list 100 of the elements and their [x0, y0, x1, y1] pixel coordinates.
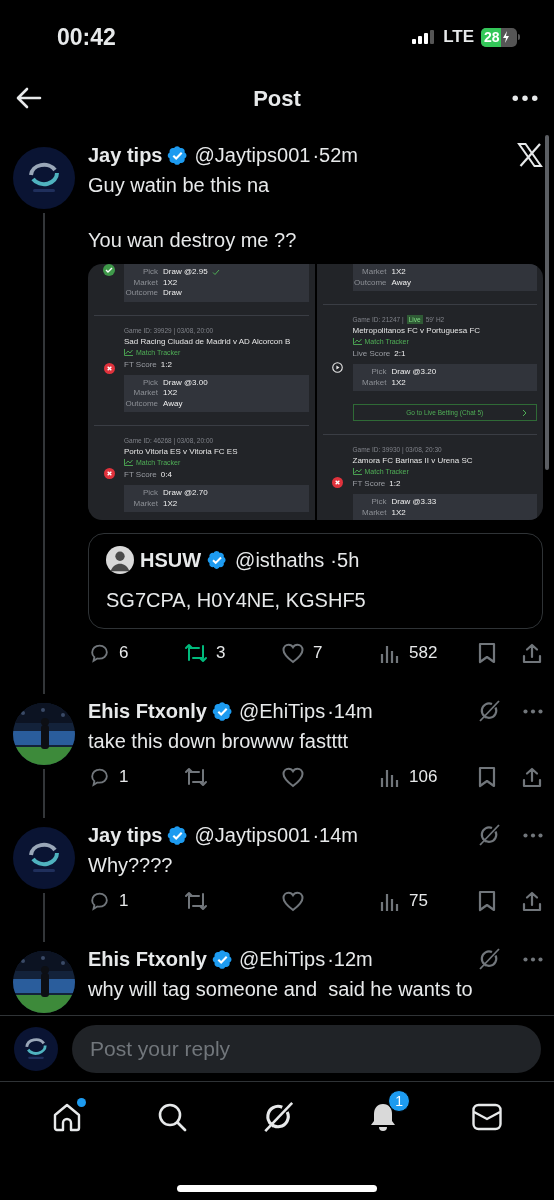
post-text: why will tag someone and said he wants to: [88, 977, 474, 1001]
bookmark-icon[interactable]: [477, 890, 497, 912]
author-handle[interactable]: @Jaytips001: [194, 823, 311, 847]
count: 75: [409, 890, 428, 913]
post-time: ·5h: [330, 548, 360, 572]
author-name[interactable]: Ehis Ftxonly: [88, 699, 207, 723]
detail-value: 1X2: [391, 377, 406, 388]
author-handle[interactable]: @EhiTips: [238, 947, 326, 971]
detail-value: 1X2: [163, 498, 178, 509]
detail-label: Market: [132, 498, 158, 509]
detail-value: Away: [163, 398, 183, 409]
detail-label: Pick: [370, 367, 387, 378]
detail-value: Draw @3.20: [391, 367, 437, 378]
detail-label: Market: [361, 377, 387, 388]
score-label: FT Score: [124, 469, 157, 480]
more-icon[interactable]: [512, 94, 538, 102]
heart-icon[interactable]: [281, 642, 305, 664]
count: 106: [409, 766, 438, 789]
chart-icon: [124, 348, 133, 356]
share-icon[interactable]: [521, 766, 543, 788]
reply-icon[interactable]: [88, 642, 111, 664]
score-value: 1:2: [160, 358, 172, 370]
reply-icon[interactable]: [88, 766, 111, 788]
detail-label: Pick: [370, 497, 387, 508]
chart-icon: [124, 459, 133, 466]
score-label: Live Score: [352, 348, 391, 359]
author-name: HSUW: [140, 548, 202, 572]
reply-field[interactable]: Post your reply: [72, 1024, 541, 1073]
detail-label: Market: [132, 388, 158, 399]
post-time: ·14m: [327, 699, 373, 723]
score-label: FT Score: [352, 478, 386, 489]
match-title: Metropolitanos FC v Portuguesa FC: [352, 325, 482, 336]
score-value: 1:2: [389, 478, 401, 489]
quoted-text: SG7CPA, H0Y4NE, KGSHF5: [106, 588, 367, 612]
post-time: ·52m: [312, 143, 358, 167]
author-handle: @isthaths: [235, 548, 325, 572]
author-name[interactable]: Jay tips: [88, 823, 163, 847]
post-text: Why????: [88, 853, 174, 877]
post-time: ·14m: [312, 823, 358, 847]
share-icon[interactable]: [521, 642, 543, 664]
verified-badge-icon: [211, 948, 233, 970]
quoted-post-card[interactable]: HSUW @isthaths ·5h SG7CPA, H0Y4NE, KGSHF5: [88, 533, 543, 629]
heart-icon[interactable]: [281, 890, 305, 912]
signal-icon: [412, 30, 437, 44]
match-title: Porto Vitoria ES v Vitoria FC ES: [124, 446, 239, 457]
score-value: 2:1: [394, 348, 406, 359]
detail-value: 1X2: [163, 388, 178, 399]
verified-badge-icon: [167, 144, 189, 166]
detail-label: Pick: [141, 488, 158, 499]
detail-label: Market: [361, 267, 387, 278]
count: 7: [313, 642, 323, 665]
detail-value: Draw: [163, 288, 182, 299]
detail-value: 1X2: [391, 267, 406, 278]
author-handle[interactable]: @EhiTips: [238, 699, 326, 723]
detail-label: Pick: [141, 267, 158, 278]
screenshot-image[interactable]: [88, 264, 543, 520]
scrollbar[interactable]: [545, 135, 549, 470]
author-name[interactable]: Jay tips: [88, 143, 163, 167]
post-text: take this down browww fastttt: [88, 729, 350, 753]
post-time: ·12m: [327, 947, 373, 971]
notification-badge: 1: [388, 1090, 411, 1112]
bookmark-icon[interactable]: [477, 766, 497, 788]
reply-icon[interactable]: [88, 890, 111, 912]
count: 6: [119, 642, 129, 665]
author-handle[interactable]: @Jaytips001: [194, 143, 311, 167]
repost-icon[interactable]: [184, 890, 208, 912]
detail-value: Away: [391, 277, 411, 288]
match-title: Zamora FC Barinas II v Urena SC: [352, 455, 474, 466]
detail-label: Outcome: [124, 288, 158, 299]
network-label: LTE: [443, 26, 474, 49]
share-icon[interactable]: [521, 890, 543, 912]
count: 3: [216, 642, 226, 665]
score-label: FT Score: [124, 358, 157, 370]
verified-badge-icon: [167, 824, 189, 846]
score-value: 0:4: [160, 469, 172, 480]
detail-label: Outcome: [353, 277, 387, 288]
verified-badge-icon: [211, 700, 233, 722]
detail-value: Draw @2.95: [163, 267, 208, 278]
post-text: Guy watin be this na: [88, 173, 271, 197]
detail-value: 1X2: [391, 507, 406, 518]
battery-level: 28: [484, 30, 500, 44]
count: 1: [119, 766, 129, 789]
logo-icon: [517, 143, 543, 167]
chart-icon: [352, 338, 362, 345]
back-icon[interactable]: [16, 87, 42, 109]
author-name[interactable]: Ehis Ftxonly: [88, 947, 207, 971]
repost-icon[interactable]: [184, 766, 208, 788]
mail-icon[interactable]: [471, 1102, 504, 1132]
count: 1: [119, 890, 129, 913]
repost-icon[interactable]: [184, 642, 208, 664]
detail-value: Draw @3.33: [391, 497, 437, 508]
chevron-icon: [522, 409, 527, 417]
bookmark-icon[interactable]: [477, 642, 497, 664]
detail-label: Outcome: [124, 398, 158, 409]
detail-value: 1X2: [163, 277, 178, 288]
detail-label: Market: [361, 507, 387, 518]
detail-value: Draw @2.70: [163, 488, 208, 499]
detail-label: Market: [132, 277, 158, 288]
chart-icon: [352, 468, 362, 475]
heart-icon[interactable]: [281, 766, 305, 788]
